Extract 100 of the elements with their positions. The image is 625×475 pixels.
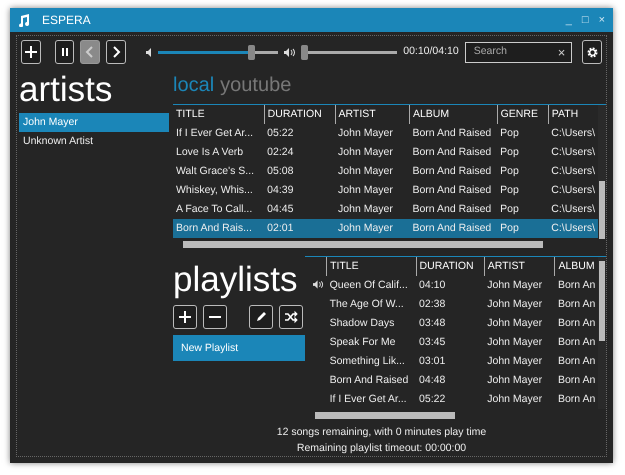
table-row[interactable]: Queen Of Calif... 04:10 John Mayer Born An — [305, 276, 598, 295]
table-cell: 04:10 — [416, 276, 484, 295]
table-cell: Born An — [554, 333, 598, 352]
table-cell-text: John Mayer — [486, 392, 544, 407]
table-cell-text: Walt Grace's S... — [175, 164, 256, 179]
tab[interactable]: local — [173, 70, 214, 100]
table-cell-text: Shadow Days — [328, 316, 396, 331]
column-header[interactable]: TITLE — [326, 257, 416, 276]
column-header[interactable]: DURATION — [264, 105, 336, 124]
table-cell-text: C:\Users\ — [550, 144, 596, 160]
column-header[interactable]: ARTIST — [484, 257, 555, 276]
table-cell-text: Born And Raised — [411, 182, 492, 198]
table-cell-text: 05:08 — [266, 164, 294, 179]
status-text: 12 songs remaining, with 0 minutes play time — [276, 425, 488, 440]
plus-icon — [178, 310, 192, 324]
table-cell: John Mayer — [484, 276, 555, 295]
add-button[interactable] — [173, 305, 197, 329]
table-cell-text: Pop — [499, 144, 520, 160]
table-cell-text: 03:48 — [418, 316, 446, 331]
table-cell: John Mayer — [335, 219, 410, 238]
status-text: Remaining playlist timeout: 00:00:00 — [296, 441, 468, 456]
table-cell: C:\Users\ — [548, 219, 598, 238]
column-header[interactable]: GENRE — [497, 105, 548, 124]
table-cell-text: Born And Raised — [328, 372, 410, 388]
next-button[interactable] — [106, 40, 126, 64]
table-cell-text: Pop — [499, 182, 520, 198]
table-row[interactable]: Something Lik... 03:01 John Mayer Born An — [305, 352, 598, 371]
table-cell-text: Love Is A Verb — [175, 144, 244, 160]
table-cell: C:\Users\ — [548, 124, 598, 143]
table-row[interactable]: Shadow Days 03:48 John Mayer Born An — [305, 314, 598, 333]
artist-item[interactable]: John Mayer — [19, 113, 169, 132]
table-row[interactable]: Love Is A Verb 02:24 John Mayer Born And Raised Pop C:\Users\ — [173, 143, 598, 162]
column-header[interactable]: ARTIST — [335, 105, 410, 124]
table-cell-text: John Mayer — [486, 354, 544, 369]
table-cell-text: 02:24 — [266, 144, 294, 160]
table-cell-text: John Mayer — [486, 372, 544, 388]
column-header[interactable]: DURATION — [416, 257, 484, 276]
table-cell-text: Born And Raised — [411, 144, 492, 160]
table-cell: John Mayer — [335, 124, 410, 143]
playlist-item[interactable]: New Playlist — [173, 335, 305, 361]
music-note-icon — [18, 14, 30, 26]
pencil-icon — [254, 310, 268, 324]
pause-button[interactable] — [54, 40, 74, 64]
table-cell: 04:45 — [264, 200, 336, 219]
table-cell: Born An — [554, 314, 598, 333]
table-cell-text: 04:39 — [266, 182, 294, 198]
edit-button[interactable] — [249, 305, 273, 329]
scrollbar[interactable] — [598, 257, 606, 409]
table-cell: Pop — [497, 200, 548, 219]
artist-item[interactable]: Unknown Artist — [19, 132, 169, 151]
table-cell-text: John Mayer — [486, 316, 544, 331]
table-cell: 02:01 — [264, 219, 336, 238]
clear-button[interactable]: × — [558, 46, 566, 58]
table-cell-text: 04:48 — [418, 372, 446, 388]
table-cell-text: Born And Raised — [411, 164, 492, 179]
table-cell-text: C:\Users\ — [550, 164, 596, 179]
table-row[interactable]: Born And Raised 04:48 John Mayer Born An — [305, 371, 598, 390]
shuffle-icon — [284, 310, 298, 324]
table-cell: Born And Raised — [409, 124, 498, 143]
playlists-heading: playlists — [173, 259, 298, 301]
table-row[interactable]: Whiskey, Whis... 04:39 John Mayer Born And Raised Pop C:\Users\ — [173, 181, 598, 200]
table-cell: Born And Raised — [409, 200, 498, 219]
search-field[interactable]: Search × — [464, 42, 572, 62]
time-display: 00:10/04:10 — [403, 44, 459, 60]
table-row[interactable]: The Age Of W... 02:38 John Mayer Born An — [305, 295, 598, 314]
column-header[interactable]: ALBUM — [409, 105, 498, 124]
table-cell: C:\Users\ — [548, 200, 598, 219]
table-cell: Born An — [554, 352, 598, 371]
table-cell: If I Ever Get Ar... — [173, 124, 264, 143]
table-cell: Born And Rais... — [173, 219, 264, 238]
artists-heading: artists — [19, 69, 114, 111]
table-row[interactable]: If I Ever Get Ar... 05:22 John Mayer Born And Raised Pop C:\Users\ — [173, 124, 598, 143]
add-button[interactable] — [21, 40, 41, 64]
table-cell: Queen Of Calif... — [326, 276, 416, 295]
table-row[interactable]: A Face To Call... 04:45 John Mayer Born And Raised Pop C:\Users\ — [173, 200, 598, 219]
speaker-icon — [146, 48, 152, 56]
settings-icon — [586, 46, 599, 58]
table-cell-text: John Mayer — [337, 182, 394, 198]
table-cell: Born An — [554, 276, 598, 295]
table-cell: 05:22 — [264, 124, 336, 143]
table-cell: Pop — [497, 219, 548, 238]
scrollbar[interactable] — [598, 105, 606, 237]
table-row[interactable]: Walt Grace's S... 05:08 John Mayer Born And Raised Pop C:\Users\ — [173, 162, 598, 181]
table-cell: Born And Raised — [409, 219, 498, 238]
table-cell-text: The Age Of W... — [328, 296, 405, 312]
table-cell-text: 03:01 — [418, 354, 446, 369]
remove-button[interactable] — [203, 305, 227, 329]
shuffle-button[interactable] — [279, 305, 303, 329]
settings-button[interactable] — [582, 40, 602, 64]
table-cell-text: John Mayer — [337, 144, 394, 160]
table-row[interactable]: If I Ever Get Ar... 05:22 John Mayer Born An — [305, 390, 598, 409]
table-cell-text: John Mayer — [486, 296, 544, 312]
table-cell-text: If I Ever Get Ar... — [328, 392, 408, 407]
table-cell: A Face To Call... — [173, 200, 264, 219]
table-row[interactable]: Born And Rais... 02:01 John Mayer Born And Raised Pop C:\Users\ — [173, 219, 598, 238]
window-title: ESPERA — [42, 12, 91, 29]
table-row[interactable]: Speak For Me 03:45 John Mayer Born An — [305, 333, 598, 352]
table-cell-text: C:\Users\ — [550, 182, 596, 198]
table-cell: Born An — [554, 295, 598, 314]
column-header[interactable]: TITLE — [173, 105, 264, 124]
